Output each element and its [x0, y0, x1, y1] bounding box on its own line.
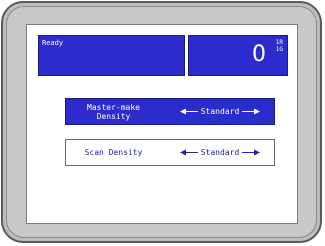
setting-label-line1: Scan Density [84, 148, 143, 157]
setting-label: Master-make Density [66, 99, 161, 124]
arrow-left-icon [179, 149, 198, 156]
arrow-left-icon [179, 108, 198, 115]
counter-sub-line1: 1R [275, 39, 283, 46]
copy-counter-panel: 0 1R 1G [188, 35, 288, 76]
setting-label-line2: Density [96, 111, 131, 121]
setting-value-text: Standard [200, 148, 240, 157]
copy-count: 0 [252, 42, 266, 67]
status-panel: Ready [38, 35, 185, 76]
scan-density-button[interactable]: Scan Density Standard [65, 139, 275, 166]
counter-sub-labels: 1R 1G [276, 39, 283, 53]
setting-label: Scan Density [66, 140, 161, 165]
setting-label-line1: Master-make [87, 102, 140, 112]
arrow-right-icon [242, 108, 261, 115]
setting-value: Standard [166, 140, 274, 165]
status-text: Ready [42, 39, 64, 47]
setting-value-text: Standard [200, 107, 240, 116]
setting-value: Standard [166, 99, 274, 124]
arrow-right-icon [242, 149, 261, 156]
counter-sub-line2: 1G [275, 46, 283, 53]
lcd-screen: Ready 0 1R 1G Master-make Density Standa… [26, 24, 298, 224]
master-make-density-button[interactable]: Master-make Density Standard [65, 98, 275, 125]
